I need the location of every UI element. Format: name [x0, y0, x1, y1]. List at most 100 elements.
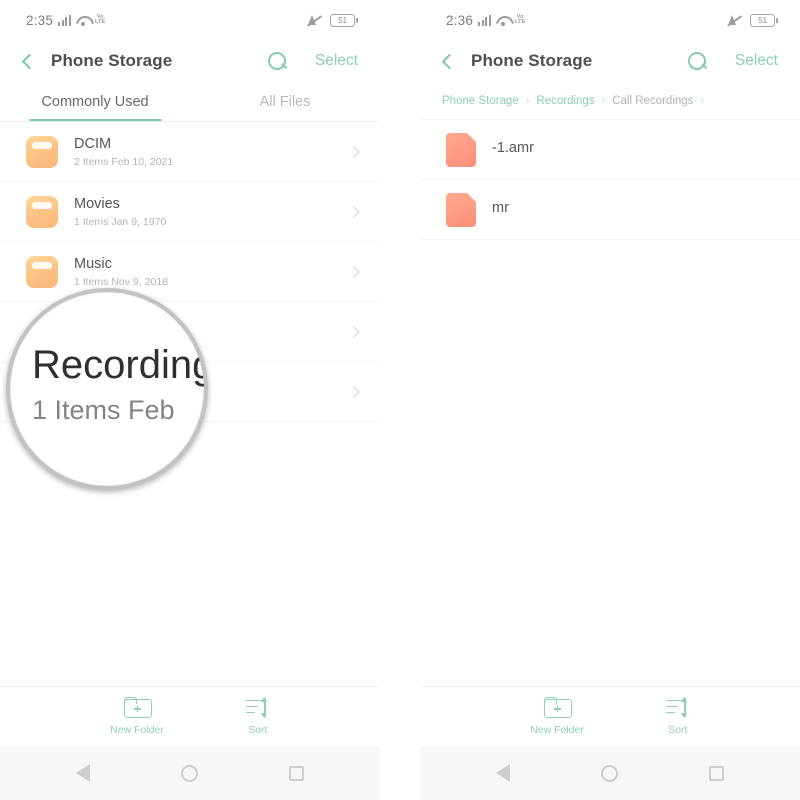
page-title: Phone Storage	[51, 51, 173, 70]
chevron-right-icon	[348, 145, 360, 158]
list-item-meta: 1 Items Nov 9, 2018	[74, 275, 168, 288]
app-bar: Phone Storage Select	[0, 40, 380, 82]
mute-icon	[307, 13, 322, 27]
breadcrumb-item-recordings[interactable]: Recordings	[536, 95, 594, 107]
status-bar: 2:36 Vo LTE 51	[420, 0, 800, 40]
nav-recents-icon[interactable]	[709, 765, 725, 781]
folder-icon	[26, 195, 58, 228]
tab-commonly-used[interactable]: Commonly Used	[0, 82, 190, 121]
status-bar-left: 2:35 Vo LTE	[26, 13, 105, 28]
sort-label: Sort	[668, 723, 688, 736]
status-bar-left: 2:36 Vo LTE	[446, 13, 525, 28]
sort-button[interactable]: Sort	[245, 696, 270, 736]
status-bar-right: 51	[727, 13, 778, 27]
nav-home-icon[interactable]	[180, 764, 198, 782]
chevron-right-icon	[348, 385, 360, 398]
tab-all-files[interactable]: All Files	[190, 82, 380, 121]
status-bar: 2:35 Vo LTE 51	[0, 0, 380, 40]
list-item-text: Music 1 Items Nov 9, 2018	[74, 256, 334, 288]
tab-label: All Files	[259, 93, 311, 110]
app-bar: Phone Storage Select	[420, 40, 800, 82]
wifi-icon	[496, 15, 510, 26]
volte-icon: Vo LTE	[95, 14, 106, 26]
phone-screen-left: 2:35 Vo LTE 51 Phone Storage Select Comm…	[0, 0, 380, 800]
phone-screen-right: 2:36 Vo LTE 51 Phone Storage Select Phon…	[420, 0, 800, 800]
battery-cap-icon	[356, 17, 358, 23]
bottom-toolbar: New Folder Sort	[420, 686, 800, 746]
nav-back-icon[interactable]	[495, 764, 510, 782]
signal-bars-icon	[478, 14, 491, 26]
sort-button[interactable]: Sort	[665, 696, 690, 736]
file-list: -1.amr mr	[420, 120, 800, 240]
breadcrumb-item-phone-storage[interactable]: Phone Storage	[442, 95, 519, 107]
battery-indicator: 51	[750, 13, 778, 27]
battery-level-label: 51	[338, 15, 347, 25]
chevron-right-icon: ›	[700, 94, 705, 107]
list-item-title: -1.amr	[492, 139, 534, 156]
new-folder-button[interactable]: New Folder	[110, 697, 164, 736]
magnified-title: Recording	[32, 343, 208, 387]
search-icon[interactable]	[687, 51, 707, 71]
status-time: 2:36	[446, 12, 474, 28]
chevron-right-icon	[348, 265, 360, 278]
new-folder-icon	[124, 697, 152, 718]
list-item-text: mr	[492, 200, 778, 220]
dual-screenshot-stage: 2:35 Vo LTE 51 Phone Storage Select Comm…	[0, 0, 800, 800]
status-bar-right: 51	[307, 13, 358, 27]
list-item-title: Movies	[74, 195, 120, 212]
nav-home-icon[interactable]	[600, 764, 618, 782]
list-item-title: DCIM	[74, 135, 112, 152]
chevron-right-icon: ›	[525, 94, 530, 107]
back-chevron-icon[interactable]	[21, 53, 38, 69]
list-item-title: Music	[74, 255, 112, 272]
folder-icon	[26, 135, 58, 168]
select-button[interactable]: Select	[735, 52, 778, 70]
android-nav-bar	[420, 746, 800, 800]
battery-level-label: 51	[758, 15, 767, 25]
status-time: 2:35	[26, 12, 54, 28]
select-button[interactable]: Select	[315, 52, 358, 70]
audio-file-icon	[446, 192, 476, 227]
list-item[interactable]: mr	[420, 180, 800, 240]
page-title: Phone Storage	[471, 51, 593, 70]
magnifier-loupe: Recording 1 Items Feb	[6, 288, 208, 490]
breadcrumb: Phone Storage › Recordings › Call Record…	[420, 82, 800, 120]
mute-icon	[727, 13, 742, 27]
breadcrumb-item-call-recordings[interactable]: Call Recordings	[612, 95, 693, 107]
new-folder-button[interactable]: New Folder	[530, 697, 584, 736]
list-item-title: mr	[492, 199, 509, 216]
tab-label: Commonly Used	[41, 93, 149, 110]
new-folder-label: New Folder	[530, 724, 584, 736]
magnified-subtitle: 1 Items Feb	[32, 395, 175, 425]
list-item-meta: 1 Items Jan 9, 1970	[74, 215, 167, 228]
folder-icon	[26, 255, 58, 288]
sort-label: Sort	[248, 723, 268, 736]
wifi-icon	[76, 15, 90, 26]
list-item[interactable]: Music 1 Items Nov 9, 2018	[0, 242, 380, 302]
android-nav-bar	[0, 746, 380, 800]
volte-label-bottom: LTE	[95, 19, 106, 25]
list-item[interactable]: Movies 1 Items Jan 9, 1970	[0, 182, 380, 242]
list-item-text: -1.amr	[492, 140, 778, 160]
battery-indicator: 51	[330, 13, 358, 27]
volte-label-bottom: LTE	[515, 19, 526, 25]
chevron-right-icon	[348, 205, 360, 218]
list-item-text: DCIM 2 Items Feb 10, 2021	[74, 136, 334, 168]
audio-file-icon	[446, 132, 476, 167]
sort-icon	[665, 696, 690, 718]
battery-cap-icon	[776, 17, 778, 23]
tab-bar: Commonly Used All Files	[0, 82, 380, 122]
search-icon[interactable]	[267, 51, 287, 71]
magnifier-content: Recording 1 Items Feb	[32, 343, 208, 426]
sort-icon	[245, 696, 270, 718]
chevron-right-icon	[348, 325, 360, 338]
nav-back-icon[interactable]	[75, 764, 90, 782]
signal-bars-icon	[58, 14, 71, 26]
volte-icon: Vo LTE	[515, 14, 526, 26]
new-folder-icon	[544, 697, 572, 718]
list-item-text: Movies 1 Items Jan 9, 1970	[74, 196, 334, 228]
list-item[interactable]: -1.amr	[420, 120, 800, 180]
back-chevron-icon[interactable]	[441, 53, 458, 69]
nav-recents-icon[interactable]	[289, 765, 305, 781]
list-item[interactable]: DCIM 2 Items Feb 10, 2021	[0, 122, 380, 182]
